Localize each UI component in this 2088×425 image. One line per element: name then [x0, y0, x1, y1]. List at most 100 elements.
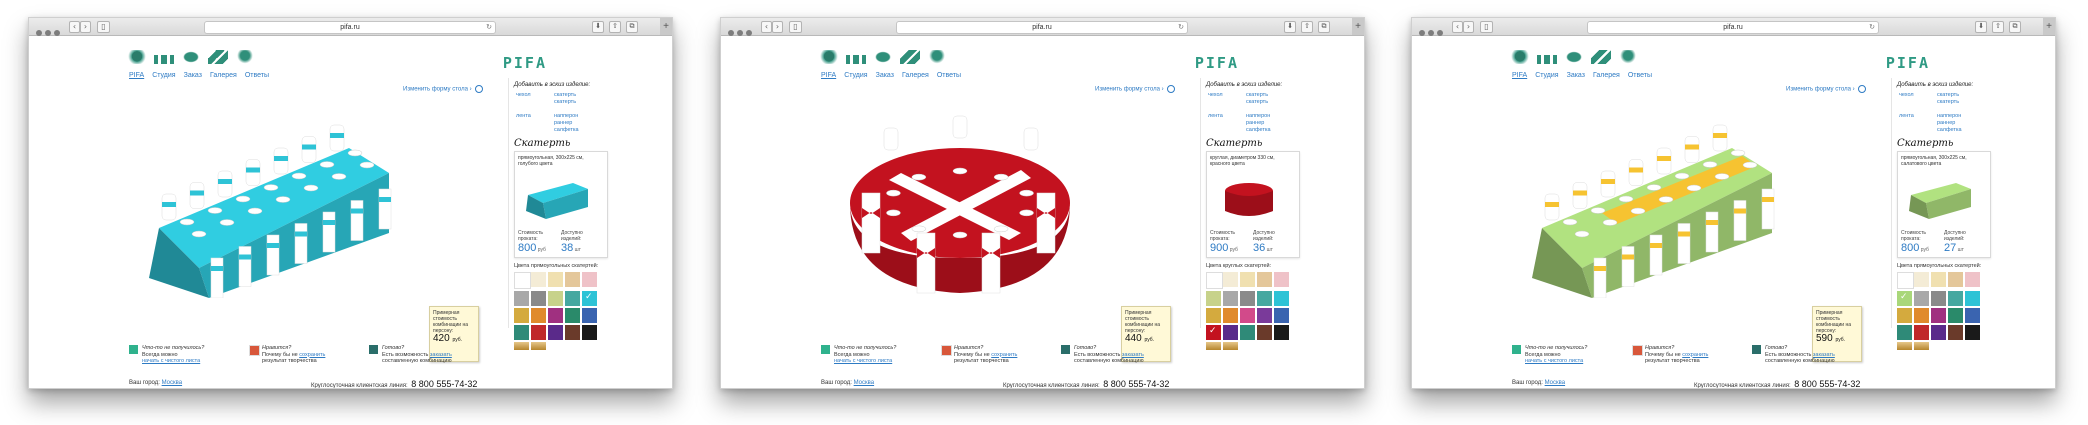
reload-icon[interactable]: ↻	[1869, 22, 1875, 33]
color-swatch[interactable]	[1914, 308, 1929, 323]
color-swatch[interactable]	[514, 342, 529, 350]
color-swatch[interactable]	[1931, 325, 1946, 340]
nav-answers[interactable]: Ответы	[937, 72, 961, 79]
color-swatch[interactable]	[1897, 325, 1912, 340]
color-swatch[interactable]	[1965, 272, 1980, 287]
nav-gallery[interactable]: Галерея	[1593, 72, 1620, 79]
share-icon[interactable]: ⇧	[1301, 21, 1313, 33]
product-card[interactable]: круглая, диаметром 330 см, красного цвет…	[1206, 151, 1300, 258]
color-swatch[interactable]	[1240, 291, 1255, 306]
color-swatch[interactable]	[1914, 325, 1929, 340]
color-swatch[interactable]	[1257, 308, 1272, 323]
nav-gallery[interactable]: Галерея	[902, 72, 929, 79]
color-swatch[interactable]	[1274, 291, 1289, 306]
color-swatch[interactable]	[1257, 325, 1272, 340]
color-swatch[interactable]	[1240, 272, 1255, 287]
gallery-icon[interactable]	[208, 50, 228, 64]
nav-pifa[interactable]: PIFA	[821, 72, 836, 79]
color-swatch[interactable]	[582, 325, 597, 340]
order-link[interactable]: заказать	[1122, 352, 1144, 358]
color-swatch[interactable]	[1897, 342, 1912, 350]
add-chehol[interactable]: чехол	[1208, 92, 1223, 99]
back-icon[interactable]: ‹	[1452, 21, 1463, 33]
color-swatch[interactable]	[1914, 272, 1929, 287]
color-swatch[interactable]	[1965, 291, 1980, 306]
color-swatch[interactable]	[565, 291, 580, 306]
color-swatch[interactable]	[1206, 325, 1221, 340]
color-swatch[interactable]	[1948, 272, 1963, 287]
home-icon[interactable]	[819, 50, 839, 64]
save-link[interactable]: сохранить	[1682, 352, 1708, 358]
color-swatch[interactable]	[531, 325, 546, 340]
new-tab-icon[interactable]: +	[660, 18, 672, 35]
color-swatch[interactable]	[1240, 325, 1255, 340]
change-form-link[interactable]: Изменить форму стола ›	[1095, 85, 1175, 93]
add-ranner[interactable]: раннер	[1937, 120, 1955, 127]
color-swatch[interactable]	[548, 291, 563, 306]
color-swatch[interactable]	[1914, 342, 1929, 350]
color-swatch[interactable]	[1223, 291, 1238, 306]
forward-icon[interactable]: ›	[1463, 21, 1474, 33]
studio-icon[interactable]	[1537, 55, 1557, 64]
color-swatch[interactable]	[1965, 308, 1980, 323]
color-swatch[interactable]	[1206, 272, 1223, 289]
gallery-icon[interactable]	[1591, 50, 1611, 64]
color-swatch[interactable]	[1257, 291, 1272, 306]
color-swatch[interactable]	[514, 272, 531, 289]
color-swatch[interactable]	[1948, 325, 1963, 340]
color-swatch[interactable]	[531, 291, 546, 306]
add-lenta[interactable]: лента	[516, 113, 531, 120]
color-swatch[interactable]	[1931, 272, 1946, 287]
add-napperon[interactable]: напперон	[1246, 113, 1270, 120]
color-swatch[interactable]	[548, 308, 563, 323]
color-swatch[interactable]	[1897, 272, 1914, 289]
color-swatch[interactable]	[1240, 308, 1255, 323]
answers-icon[interactable]	[927, 50, 947, 64]
home-icon[interactable]	[127, 50, 147, 64]
color-swatch[interactable]	[1965, 325, 1980, 340]
nav-answers[interactable]: Ответы	[245, 72, 269, 79]
restart-link[interactable]: начать с чистого листа	[834, 358, 892, 364]
back-icon[interactable]: ‹	[69, 21, 80, 33]
nav-studio[interactable]: Студия	[844, 72, 867, 79]
add-salfetka[interactable]: салфетка	[554, 127, 579, 134]
new-tab-icon[interactable]: +	[2043, 18, 2055, 35]
tabs-icon[interactable]: ⧉	[1318, 21, 1330, 33]
brand-logo[interactable]: PIFA	[503, 54, 547, 72]
tabs-icon[interactable]: ⧉	[626, 21, 638, 33]
add-skatert-1[interactable]: скатерть	[1937, 92, 1959, 99]
download-icon[interactable]: ⬇	[1284, 21, 1296, 33]
color-swatch[interactable]	[1223, 272, 1238, 287]
nav-pifa[interactable]: PIFA	[1512, 72, 1527, 79]
color-swatch[interactable]	[1897, 308, 1912, 323]
share-icon[interactable]: ⇧	[609, 21, 621, 33]
restart-link[interactable]: начать с чистого листа	[1525, 358, 1583, 364]
back-icon[interactable]: ‹	[761, 21, 772, 33]
change-form-link[interactable]: Изменить форму стола ›	[1786, 85, 1866, 93]
order-icon[interactable]	[873, 50, 893, 64]
color-swatch[interactable]	[565, 325, 580, 340]
add-salfetka[interactable]: салфетка	[1937, 127, 1962, 134]
color-swatch[interactable]	[1931, 291, 1946, 306]
brand-logo[interactable]: PIFA	[1886, 54, 1930, 72]
color-swatch[interactable]	[531, 272, 546, 287]
gallery-icon[interactable]	[900, 50, 920, 64]
nav-order[interactable]: Заказ	[876, 72, 894, 79]
color-swatch[interactable]	[1914, 291, 1929, 306]
add-skatert-2[interactable]: скатерть	[1246, 99, 1268, 106]
add-napperon[interactable]: напперон	[554, 113, 578, 120]
color-swatch[interactable]	[1223, 308, 1238, 323]
sidebar-icon[interactable]: ▯	[97, 21, 110, 33]
change-form-link[interactable]: Изменить форму стола ›	[403, 85, 483, 93]
nav-answers[interactable]: Ответы	[1628, 72, 1652, 79]
studio-icon[interactable]	[846, 55, 866, 64]
color-swatch[interactable]	[548, 272, 563, 287]
forward-icon[interactable]: ›	[80, 21, 91, 33]
add-skatert-1[interactable]: скатерть	[1246, 92, 1268, 99]
color-swatch[interactable]	[514, 291, 529, 306]
brand-logo[interactable]: PIFA	[1195, 54, 1239, 72]
forward-icon[interactable]: ›	[772, 21, 783, 33]
color-swatch[interactable]	[1948, 291, 1963, 306]
city-link[interactable]: Москва	[1545, 380, 1565, 386]
add-chehol[interactable]: чехол	[516, 92, 531, 99]
